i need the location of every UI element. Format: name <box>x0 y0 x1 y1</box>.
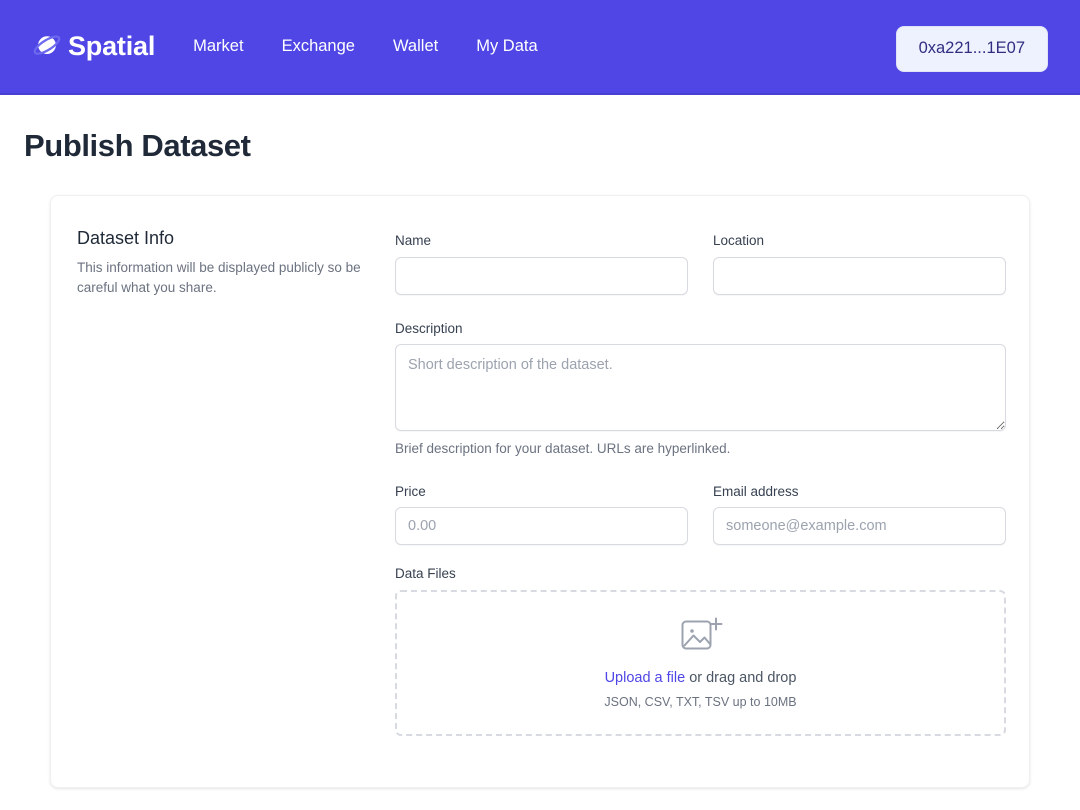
nav-item-my-data[interactable]: My Data <box>476 38 537 55</box>
data-files-label: Data Files <box>395 566 456 582</box>
name-label: Name <box>395 233 432 248</box>
dataset-form: Name Location Description Brief descript… <box>395 227 1006 736</box>
brand-logo[interactable]: Spatial <box>32 32 155 62</box>
field-location: Location <box>713 232 1006 295</box>
field-data-files: Data Files Upload a file or drag and dro… <box>395 565 1006 736</box>
planet-icon <box>32 32 62 62</box>
email-label: Email address <box>713 483 799 499</box>
aside-title: Dataset Info <box>77 228 175 248</box>
price-input[interactable] <box>395 507 688 546</box>
nav-item-market[interactable]: Market <box>193 38 243 55</box>
image-plus-icon <box>679 615 723 669</box>
location-label: Location <box>713 233 765 248</box>
brand-name: Spatial <box>68 31 156 61</box>
email-input[interactable] <box>713 507 1006 546</box>
nav-item-wallet[interactable]: Wallet <box>393 38 438 55</box>
name-input[interactable] <box>395 256 688 295</box>
description-hint: Brief description for your dataset. URLs… <box>395 441 731 457</box>
dropzone-constraints: JSON, CSV, TXT, TSV up to 10MB <box>604 695 797 710</box>
price-label: Price <box>395 483 426 499</box>
nav-item-exchange[interactable]: Exchange <box>282 38 355 55</box>
description-textarea[interactable] <box>395 344 1006 432</box>
drag-and-drop-text: or drag and drop <box>685 670 797 687</box>
row-name-location: Name Location <box>395 232 1006 295</box>
card-aside: Dataset Info This information will be di… <box>77 227 395 298</box>
nav-links: Market Exchange Wallet My Data <box>193 38 538 55</box>
top-navigation-bar: Spatial Market Exchange Wallet My Data 0… <box>0 0 1080 95</box>
wallet-address-button[interactable]: 0xa221...1E07 <box>895 26 1048 72</box>
description-label: Description <box>395 320 463 336</box>
dataset-info-card: Dataset Info This information will be di… <box>50 195 1030 788</box>
upload-a-file-link[interactable]: Upload a file <box>605 670 686 686</box>
dropzone-main-text: Upload a file or drag and drop <box>605 669 797 688</box>
field-name: Name <box>395 232 688 295</box>
page-title: Publish Dataset <box>24 128 251 163</box>
aside-description: This information will be displayed publi… <box>77 260 361 295</box>
row-price-email: Price Email address <box>395 483 1006 546</box>
file-dropzone[interactable]: Upload a file or drag and drop JSON, CSV… <box>395 589 1006 736</box>
field-email: Email address <box>713 483 1006 546</box>
field-price: Price <box>395 483 688 546</box>
field-description: Description Brief description for your d… <box>395 320 1006 458</box>
location-input[interactable] <box>713 256 1006 295</box>
